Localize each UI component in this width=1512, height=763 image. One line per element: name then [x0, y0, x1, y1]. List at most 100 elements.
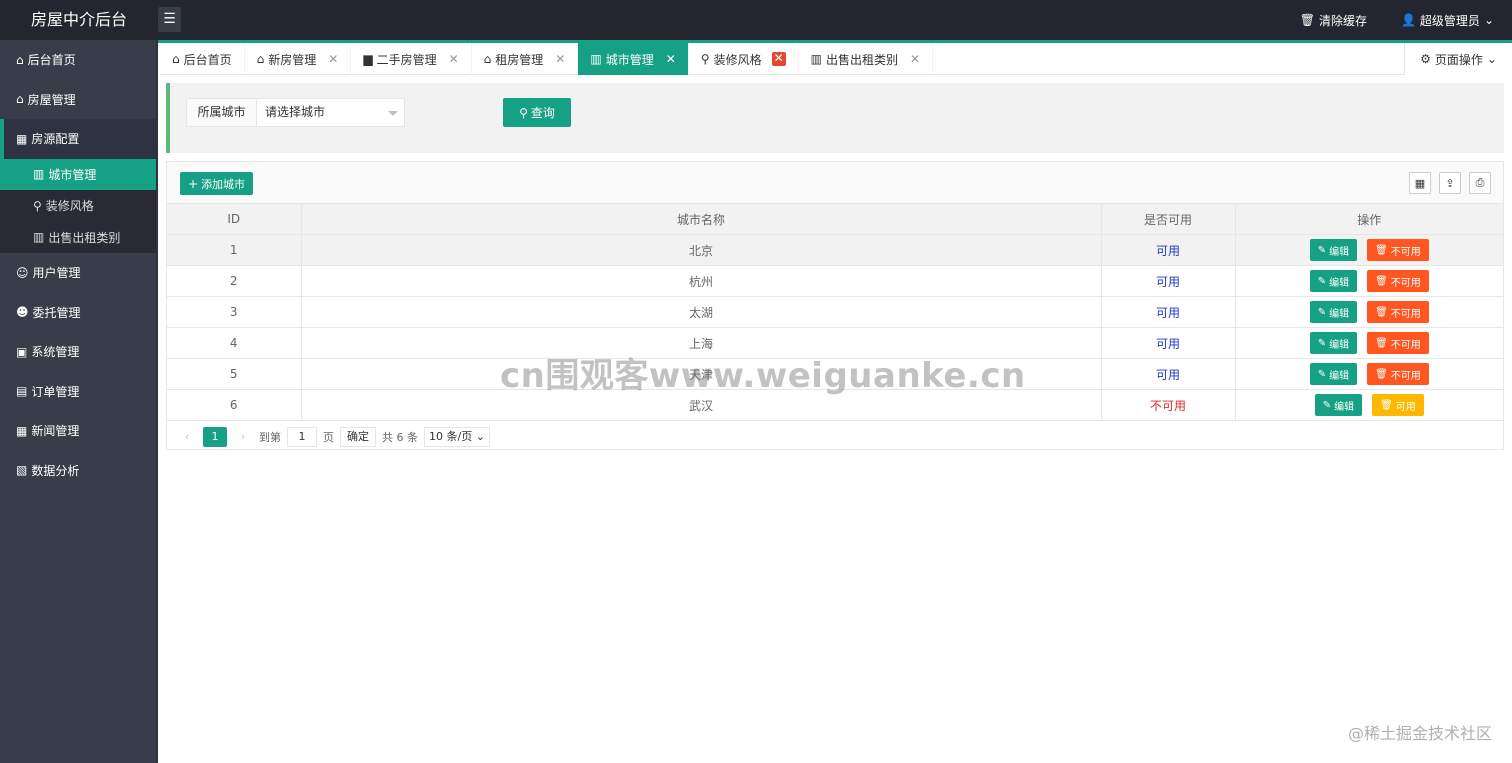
- table-toolbar: + 添加城市 ▦ ⇪ ⎙: [167, 162, 1503, 204]
- cell-id: 5: [167, 358, 302, 391]
- edit-label: 编辑: [1329, 370, 1350, 382]
- query-button[interactable]: ⚲ 查询: [503, 98, 571, 127]
- sidebar-item-label: 新闻管理: [31, 424, 80, 439]
- clear-cache-button[interactable]: 🗑 清除缓存: [1300, 12, 1367, 29]
- search-panel: 所属城市 请选择城市 ⚲ 查询: [166, 83, 1504, 153]
- sidebar-item-label: 系统管理: [31, 345, 80, 360]
- tab-bar: ⌂ 后台首页 ⌂ 新房管理 ✕ ▆ 二手房管理 ✕ ⌂ 租房管理 ✕ ▥ 城市管…: [160, 43, 1512, 75]
- edit-button[interactable]: ✎ 编辑: [1309, 363, 1358, 386]
- system-icon: ▣: [16, 344, 28, 359]
- tab-city[interactable]: ▥ 城市管理 ✕: [578, 43, 689, 75]
- sidebar-item-label: 用户管理: [32, 266, 81, 281]
- print-icon[interactable]: ⎙: [1469, 172, 1491, 194]
- building-icon: ▦: [16, 131, 28, 146]
- sidebar-subitem-decor[interactable]: ⚲ 装修风格: [0, 190, 156, 222]
- home-icon: ⌂: [16, 52, 24, 67]
- table-tools: ▦ ⇪ ⎙: [1409, 172, 1491, 194]
- sidebar-item-house[interactable]: ⌂ 房屋管理: [0, 80, 156, 120]
- page-size-select[interactable]: 10 条/页 ⌄: [424, 426, 490, 447]
- cell-actions: ✎ 编辑 🗑 不可用: [1235, 265, 1503, 298]
- tab-label: 装修风格: [713, 52, 762, 67]
- house-icon: ⌂: [16, 92, 24, 107]
- next-page-icon[interactable]: ›: [233, 430, 253, 443]
- cell-actions: ✎ 编辑 🗑 不可用: [1235, 234, 1503, 267]
- sidebar-subitem-city[interactable]: ▥ 城市管理: [0, 158, 156, 190]
- page-ops-dropdown[interactable]: ⚙ 页面操作 ⌄: [1404, 43, 1512, 75]
- column-header[interactable]: 是否可用: [1101, 204, 1236, 236]
- city-select[interactable]: 请选择城市: [257, 99, 404, 126]
- action-group: ✎ 编辑 🗑 可用: [1236, 390, 1504, 420]
- goto-page-input[interactable]: 1: [287, 426, 317, 447]
- trash-icon: 🗑: [1375, 306, 1388, 318]
- sidebar: ⌂ 后台首页 ⌂ 房屋管理 ▦ 房源配置 ▥ 城市管理 ⚲ 装修风格 ▥ 出售出…: [0, 40, 158, 763]
- export-icon[interactable]: ⇪: [1439, 172, 1461, 194]
- edit-label: 编辑: [1329, 308, 1350, 320]
- tab-rent[interactable]: ⌂ 租房管理 ✕: [472, 43, 579, 75]
- tab-decor[interactable]: ⚲ 装修风格 ✕: [689, 43, 799, 75]
- edit-button[interactable]: ✎ 编辑: [1309, 301, 1358, 324]
- trash-icon: 🗑: [1375, 337, 1388, 349]
- cell-status: 可用: [1101, 327, 1236, 360]
- cell-actions: ✎ 编辑 🗑 不可用: [1235, 296, 1503, 329]
- action-group: ✎ 编辑 🗑 不可用: [1236, 359, 1504, 389]
- tab-new-house[interactable]: ⌂ 新房管理 ✕: [245, 43, 352, 75]
- disable-button[interactable]: 🗑 不可用: [1367, 363, 1429, 386]
- tab-second-hand[interactable]: ▆ 二手房管理 ✕: [351, 43, 472, 75]
- columns-icon[interactable]: ▦: [1409, 172, 1431, 194]
- user-menu[interactable]: 👤 超级管理员 ⌄: [1401, 12, 1494, 29]
- disable-button[interactable]: 🗑 不可用: [1367, 332, 1429, 355]
- column-header[interactable]: 城市名称: [301, 204, 1102, 236]
- sidebar-subitem-label: 出售出租类别: [48, 230, 121, 245]
- sidebar-item-user[interactable]: ☺ 用户管理: [0, 253, 156, 293]
- sidebar-item-label: 房屋管理: [27, 92, 76, 107]
- sidebar-item-label: 后台首页: [27, 53, 76, 68]
- hamburger-icon[interactable]: ☰: [158, 7, 181, 32]
- pencil-icon: ✎: [1317, 275, 1327, 287]
- sidebar-item-delegate[interactable]: ☻ 委托管理: [0, 293, 156, 333]
- sidebar-item-system[interactable]: ▣ 系统管理: [0, 332, 156, 372]
- city-table: ID 城市名称 是否可用 操作 1 北京 可用 ✎ 编辑 🗑 不可用 2 杭州 可用 ✎ 编辑 🗑 不可用…: [167, 204, 1504, 422]
- trash-icon: 🗑: [1299, 13, 1315, 27]
- cell-id: 3: [167, 296, 302, 329]
- disable-button[interactable]: 🗑 不可用: [1367, 270, 1429, 293]
- home-icon: ⌂: [172, 52, 180, 66]
- edit-button[interactable]: ✎ 编辑: [1309, 332, 1358, 355]
- table-row: 3 太湖 可用 ✎ 编辑 🗑 不可用: [167, 296, 1503, 329]
- enable-button[interactable]: 🗑 可用: [1372, 394, 1424, 417]
- column-header[interactable]: ID: [167, 204, 302, 236]
- add-city-label: 添加城市: [201, 177, 246, 191]
- prev-page-icon[interactable]: ‹: [177, 430, 197, 443]
- sidebar-submenu: ▥ 城市管理 ⚲ 装修风格 ▥ 出售出租类别: [0, 158, 156, 254]
- sidebar-item-analytics[interactable]: ▧ 数据分析: [0, 451, 156, 491]
- sidebar-item-news[interactable]: ▦ 新闻管理: [0, 411, 156, 451]
- current-page[interactable]: 1: [203, 426, 227, 447]
- add-city-button[interactable]: + 添加城市: [180, 172, 254, 195]
- sidebar-item-listing-config[interactable]: ▦ 房源配置: [0, 119, 156, 159]
- edit-button[interactable]: ✎ 编辑: [1314, 394, 1363, 417]
- close-icon[interactable]: ✕: [449, 52, 459, 66]
- disable-button[interactable]: 🗑 不可用: [1367, 239, 1429, 262]
- user-icon: 👤: [1400, 13, 1416, 27]
- edit-button[interactable]: ✎ 编辑: [1309, 239, 1358, 262]
- close-icon[interactable]: ✕: [666, 52, 676, 66]
- close-icon[interactable]: ✕: [771, 52, 786, 66]
- edit-label: 编辑: [1329, 339, 1350, 351]
- table-row: 6 武汉 不可用 ✎ 编辑 🗑 可用: [167, 389, 1504, 422]
- order-icon: ▤: [16, 384, 28, 399]
- column-header[interactable]: 操作: [1235, 204, 1503, 236]
- sidebar-subitem-category[interactable]: ▥ 出售出租类别: [0, 222, 156, 254]
- close-icon[interactable]: ✕: [910, 52, 920, 66]
- pencil-icon: ✎: [1317, 244, 1327, 256]
- sidebar-item-home[interactable]: ⌂ 后台首页: [0, 40, 156, 80]
- close-icon[interactable]: ✕: [555, 52, 565, 66]
- sidebar-item-order[interactable]: ▤ 订单管理: [0, 372, 156, 412]
- disable-button[interactable]: 🗑 不可用: [1367, 301, 1429, 324]
- edit-label: 编辑: [1334, 401, 1355, 413]
- close-icon[interactable]: ✕: [328, 52, 338, 66]
- goto-confirm-button[interactable]: 确定: [340, 426, 376, 447]
- edit-button[interactable]: ✎ 编辑: [1309, 270, 1358, 293]
- tab-category[interactable]: ▥ 出售出租类别 ✕: [799, 43, 934, 75]
- gear-icon: ⚙: [1420, 52, 1431, 66]
- tab-home[interactable]: ⌂ 后台首页: [160, 43, 245, 75]
- sidebar-item-label: 委托管理: [32, 305, 81, 320]
